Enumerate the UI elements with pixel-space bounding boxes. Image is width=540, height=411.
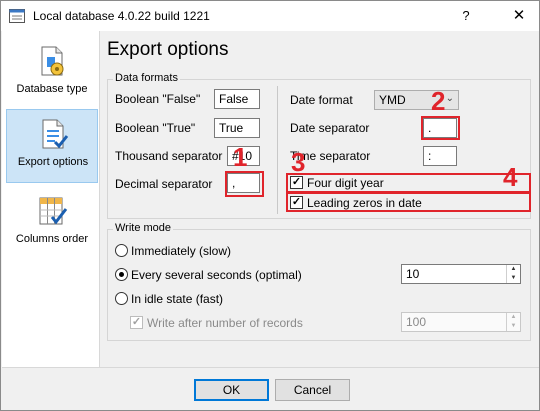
close-button[interactable]: ✕ bbox=[509, 6, 529, 26]
date-format-value: YMD bbox=[379, 93, 406, 107]
annotation-number-3: 3 bbox=[291, 147, 306, 177]
export-options-icon bbox=[42, 119, 69, 149]
stepper-buttons[interactable]: ▲ ▼ bbox=[506, 265, 520, 283]
sidebar-item-database-type[interactable]: Database type bbox=[6, 37, 98, 111]
database-type-icon bbox=[41, 46, 64, 76]
sidebar-item-columns-order[interactable]: Columns order bbox=[6, 187, 98, 261]
footer-divider bbox=[2, 367, 539, 368]
sidebar: Database type Export options Columns ord… bbox=[2, 31, 100, 367]
columns-order-icon bbox=[39, 197, 68, 225]
idle-state-radio[interactable] bbox=[115, 292, 128, 305]
triangle-up-icon[interactable]: ▲ bbox=[507, 265, 520, 274]
ok-button[interactable]: OK bbox=[194, 379, 269, 401]
annotation-number-2: 2 bbox=[431, 86, 446, 116]
group-divider bbox=[277, 86, 278, 214]
boolean-true-input[interactable]: True bbox=[214, 118, 260, 138]
annotation-box-1 bbox=[225, 171, 264, 197]
write-mode-legend: Write mode bbox=[113, 222, 174, 234]
help-button[interactable]: ? bbox=[456, 6, 476, 26]
boolean-false-label: Boolean "False" bbox=[115, 92, 201, 106]
annotation-number-1: 1 bbox=[233, 142, 248, 172]
immediately-label: Immediately (slow) bbox=[131, 244, 232, 258]
date-format-select[interactable]: YMD ⌄ bbox=[374, 90, 459, 110]
sidebar-item-label: Database type bbox=[16, 83, 88, 95]
annotation-number-4: 4 bbox=[503, 162, 518, 192]
annotation-box-2 bbox=[421, 116, 460, 140]
dialog-window: Local database 4.0.22 build 1221 ? ✕ Dat… bbox=[0, 0, 540, 411]
title-bar: Local database 4.0.22 build 1221 ? ✕ bbox=[1, 1, 539, 31]
data-formats-legend: Data formats bbox=[113, 72, 180, 84]
stepper-buttons[interactable]: ▲ ▼ bbox=[506, 313, 520, 331]
time-separator-input[interactable]: : bbox=[423, 146, 457, 166]
decimal-separator-label: Decimal separator bbox=[115, 177, 213, 191]
triangle-down-icon[interactable]: ▼ bbox=[507, 322, 520, 331]
app-icon bbox=[9, 9, 25, 23]
write-after-records-label: Write after number of records bbox=[147, 316, 303, 330]
every-several-seconds-label: Every several seconds (optimal) bbox=[131, 268, 302, 282]
window-title: Local database 4.0.22 build 1221 bbox=[33, 9, 210, 23]
immediately-radio[interactable] bbox=[115, 244, 128, 257]
idle-state-label: In idle state (fast) bbox=[131, 292, 224, 306]
records-stepper[interactable]: 100 ▲ ▼ bbox=[401, 312, 521, 332]
seconds-value: 10 bbox=[406, 267, 420, 281]
boolean-true-label: Boolean "True" bbox=[115, 121, 196, 135]
thousand-separator-label: Thousand separator bbox=[115, 149, 223, 163]
sidebar-item-label: Columns order bbox=[15, 233, 89, 245]
cancel-button[interactable]: Cancel bbox=[275, 379, 350, 401]
chevron-down-icon: ⌄ bbox=[445, 93, 454, 104]
sidebar-item-export-options[interactable]: Export options bbox=[6, 109, 98, 183]
triangle-up-icon[interactable]: ▲ bbox=[507, 313, 520, 322]
sidebar-item-label: Export options bbox=[17, 156, 89, 168]
records-value: 100 bbox=[406, 315, 427, 329]
date-format-label: Date format bbox=[290, 93, 353, 107]
boolean-false-input[interactable]: False bbox=[214, 89, 260, 109]
write-after-records-checkbox[interactable]: ✓ bbox=[130, 316, 143, 329]
annotation-box-4 bbox=[286, 192, 531, 212]
every-several-seconds-radio[interactable] bbox=[115, 268, 128, 281]
page-title: Export options bbox=[107, 39, 229, 60]
seconds-stepper[interactable]: 10 ▲ ▼ bbox=[401, 264, 521, 284]
triangle-down-icon[interactable]: ▼ bbox=[507, 274, 520, 283]
date-separator-label: Date separator bbox=[290, 121, 370, 135]
annotation-box-3 bbox=[286, 173, 531, 193]
